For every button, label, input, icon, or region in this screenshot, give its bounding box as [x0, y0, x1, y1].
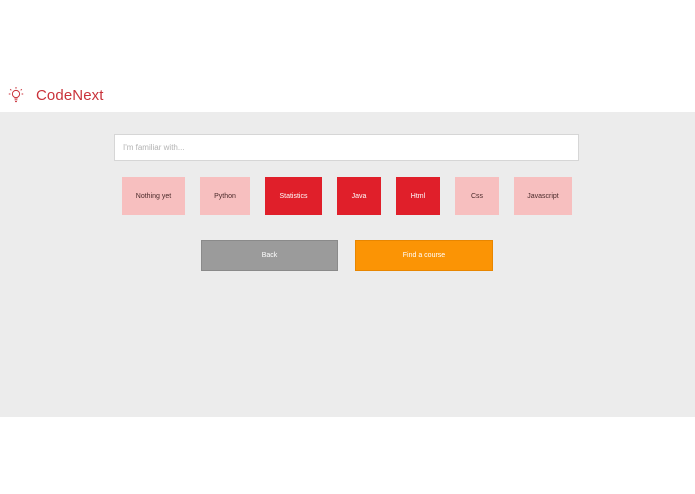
brand-name[interactable]: CodeNext	[36, 87, 104, 104]
skill-chip-nothing-yet[interactable]: Nothing yet	[122, 177, 185, 215]
familiar-with-input[interactable]	[114, 134, 579, 161]
skill-chip-python[interactable]: Python	[200, 177, 250, 215]
skill-chip-javascript[interactable]: Javascript	[514, 177, 572, 215]
skill-chip-html[interactable]: Html	[396, 177, 440, 215]
skill-chip-css[interactable]: Css	[455, 177, 499, 215]
skill-chip-java[interactable]: Java	[337, 177, 381, 215]
back-button[interactable]: Back	[201, 240, 338, 271]
header: CodeNext	[0, 0, 695, 112]
find-course-button[interactable]: Find a course	[355, 240, 493, 271]
skill-chip-statistics[interactable]: Statistics	[265, 177, 322, 215]
lightbulb-icon	[8, 86, 24, 104]
main-panel: Nothing yet Python Statistics Java Html …	[0, 112, 695, 417]
